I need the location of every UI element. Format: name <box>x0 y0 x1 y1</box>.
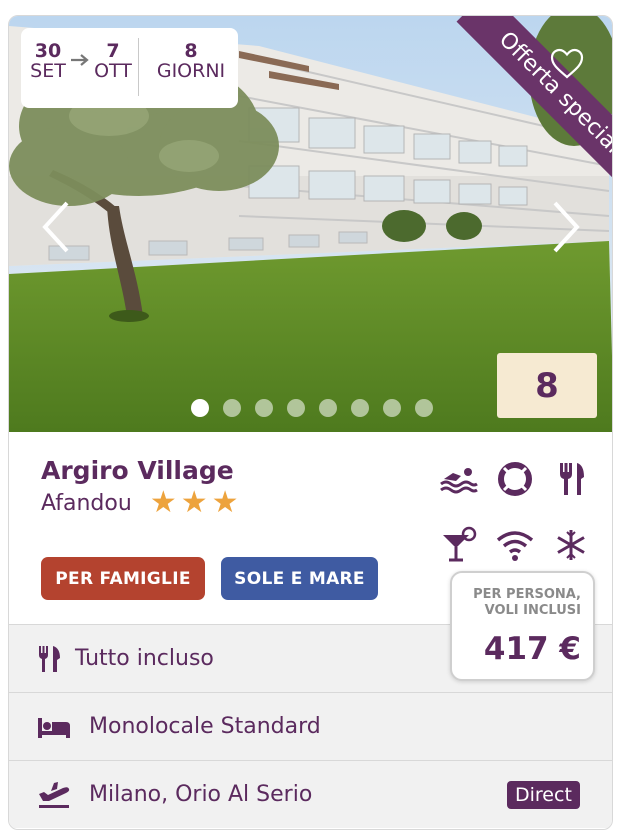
days-count: 8 <box>184 40 198 62</box>
hotel-name[interactable]: Argiro Village <box>41 456 234 485</box>
date-arrow-icon <box>69 52 91 73</box>
tag-sun-and-sea: SOLE E MARE <box>221 557 378 600</box>
direct-flight-badge: Direct <box>507 781 580 809</box>
return-day: 7 <box>106 40 120 62</box>
gallery-dot[interactable] <box>351 399 369 417</box>
gallery-pagination[interactable] <box>191 399 433 417</box>
gallery-dot[interactable] <box>255 399 273 417</box>
heart-icon[interactable] <box>549 46 585 82</box>
price-box[interactable]: PER PERSONA, VOLI INCLUSI 417 € <box>450 571 595 681</box>
lifebuoy-icon <box>498 462 532 496</box>
travel-dates: 30 SET 7 OTT 8 GIORNI <box>21 28 238 108</box>
star-icon: ★ <box>149 485 177 520</box>
room-type: Monolocale Standard <box>89 714 321 739</box>
rating-score-badge: 8 <box>497 353 597 418</box>
wifi-icon <box>496 531 534 561</box>
gallery-dot[interactable] <box>319 399 337 417</box>
plane-departure-icon <box>39 781 70 808</box>
gallery-dot[interactable] <box>223 399 241 417</box>
gallery-dot[interactable] <box>191 399 209 417</box>
date-divider <box>138 38 139 96</box>
special-offer-label: Offerta speciale <box>456 16 612 206</box>
departure-month: SET <box>30 59 66 82</box>
gallery-dot[interactable] <box>287 399 305 417</box>
price-note: PER PERSONA, VOLI INCLUSI <box>473 587 581 618</box>
flight-row: Milano, Orio Al Serio Direct <box>9 760 612 828</box>
departure-airport: Milano, Orio Al Serio <box>89 782 313 807</box>
star-icon: ★ <box>180 485 208 520</box>
cocktail-icon <box>443 526 477 562</box>
bed-icon <box>38 717 70 738</box>
fork-knife-icon <box>39 645 60 672</box>
room-row: Monolocale Standard <box>9 692 612 760</box>
swimmer-icon <box>440 468 478 494</box>
chevron-right-icon[interactable] <box>549 199 583 255</box>
departure-date: 30 SET <box>29 40 67 82</box>
price-note-line1: PER PERSONA, <box>473 587 581 602</box>
star-icon: ★ <box>211 485 239 520</box>
tag-families: PER FAMIGLIE <box>41 557 205 600</box>
special-offer-ribbon: Offerta speciale <box>424 16 612 206</box>
star-rating: ★ ★ ★ <box>150 488 239 518</box>
gallery-dot[interactable] <box>415 399 433 417</box>
hotel-location-row: Afandou ★ ★ ★ <box>41 488 239 518</box>
gallery-dot[interactable] <box>383 399 401 417</box>
days-label: GIORNI <box>156 59 226 82</box>
snowflake-icon <box>557 530 585 560</box>
hotel-location: Afandou <box>41 490 132 516</box>
fork-knife-icon <box>560 463 584 495</box>
board-type: Tutto incluso <box>75 646 214 671</box>
price-amount: 417 € <box>483 631 581 667</box>
price-note-line2: VOLI INCLUSI <box>484 602 581 618</box>
return-month: OTT <box>94 59 132 82</box>
trip-duration: 8 GIORNI <box>149 40 233 82</box>
return-date: 7 OTT <box>94 40 132 82</box>
hotel-card[interactable]: 30 SET 7 OTT 8 GIORNI Offerta speciale 8… <box>8 15 613 830</box>
departure-day: 30 <box>34 40 62 62</box>
chevron-left-icon[interactable] <box>39 199 73 255</box>
hotel-photo-gallery[interactable]: 30 SET 7 OTT 8 GIORNI Offerta speciale 8 <box>9 16 612 432</box>
